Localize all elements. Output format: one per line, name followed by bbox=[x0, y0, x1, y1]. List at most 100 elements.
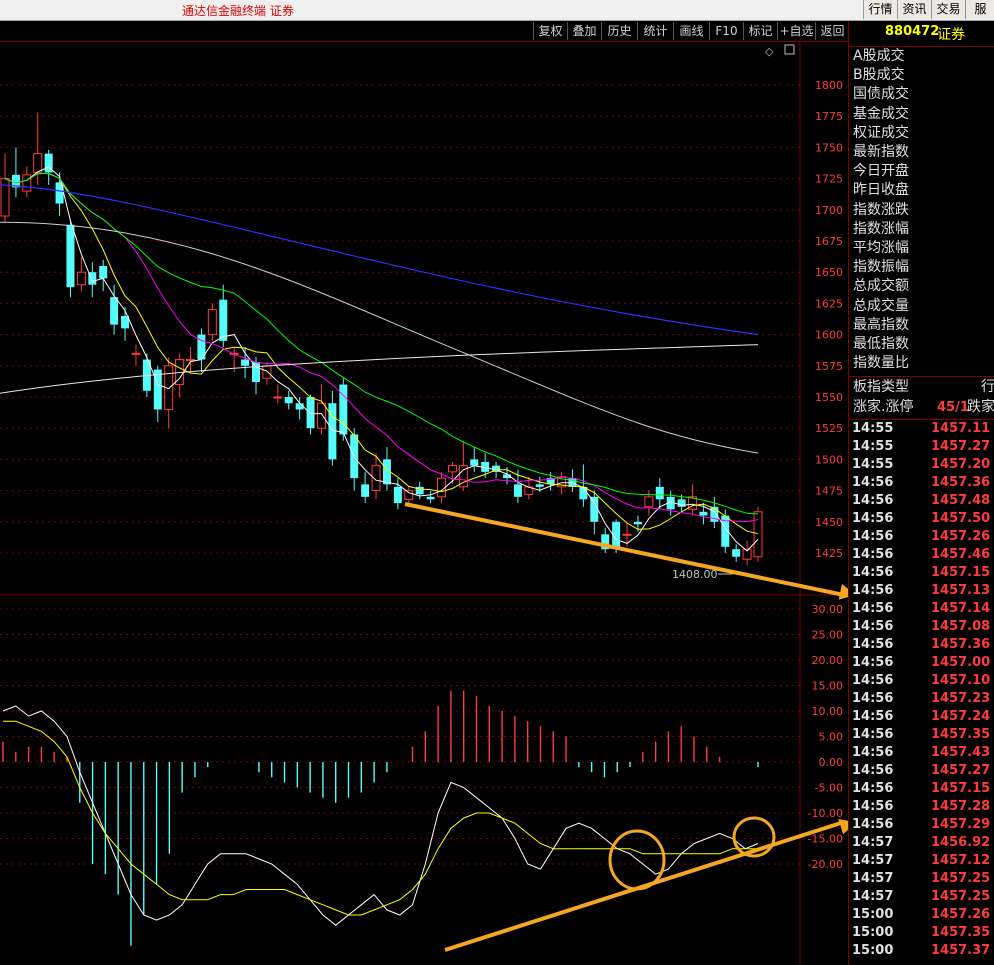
tick-row: 14:55 1457.27 bbox=[849, 438, 994, 456]
candle-body bbox=[262, 365, 272, 379]
stat-label: 基金成交 bbox=[853, 105, 909, 122]
up-down-label: 涨家.涨停 bbox=[853, 399, 914, 415]
y-tick-label: -5.00 bbox=[815, 782, 843, 795]
tab-news[interactable]: 资讯 bbox=[897, 0, 932, 19]
tick-row: 14:57 1456.92 bbox=[849, 834, 994, 852]
tick-price: 1457.37 bbox=[931, 943, 991, 958]
candle bbox=[601, 528, 610, 553]
candle-body bbox=[699, 511, 708, 516]
candle bbox=[426, 490, 435, 504]
candle-body bbox=[207, 309, 217, 336]
ma20-line bbox=[4, 172, 759, 523]
y-tick-label: 1525 bbox=[815, 422, 843, 435]
tick-time: 14:55 bbox=[852, 421, 894, 436]
tick-price: 1457.23 bbox=[931, 691, 991, 706]
y-tick-label: 0.00 bbox=[819, 756, 844, 769]
tick-row: 14:56 1457.00 bbox=[849, 654, 994, 672]
tick-time: 14:56 bbox=[852, 799, 894, 814]
candle-body bbox=[426, 496, 435, 500]
kline-chart[interactable]: 1800 1775 1750 1725 1700 1675 1650 1625 1600 1575… bbox=[0, 42, 848, 965]
tick-price: 1457.11 bbox=[931, 421, 991, 436]
tick-price: 1457.10 bbox=[931, 673, 991, 688]
tick-time: 14:56 bbox=[852, 745, 894, 760]
tick-time: 14:56 bbox=[852, 601, 894, 616]
candle bbox=[295, 397, 304, 420]
down-label: 跌家 bbox=[967, 399, 994, 415]
tick-price: 1457.36 bbox=[931, 637, 991, 652]
candle bbox=[131, 344, 141, 366]
candle bbox=[590, 490, 599, 535]
candle bbox=[0, 153, 10, 223]
tick-row: 14:56 1457.36 bbox=[849, 636, 994, 654]
candle-body bbox=[0, 178, 10, 217]
candle-body bbox=[55, 182, 64, 204]
y-tick-label: 1450 bbox=[815, 516, 843, 529]
candle-body bbox=[241, 359, 250, 366]
stat-label: 指数涨跌 bbox=[853, 201, 909, 218]
tick-time: 14:56 bbox=[852, 691, 894, 706]
history-button[interactable]: 历史 bbox=[601, 22, 637, 40]
tick-time: 14:57 bbox=[852, 889, 894, 904]
tick-time: 14:56 bbox=[852, 475, 894, 490]
candle bbox=[284, 390, 293, 410]
y-tick-label: 1500 bbox=[815, 453, 843, 466]
tick-row: 14:56 1457.28 bbox=[849, 798, 994, 816]
stat-label: 最高指数 bbox=[853, 316, 909, 333]
candle bbox=[339, 378, 348, 441]
y-tick-label: -10.00 bbox=[808, 807, 843, 820]
tab-trade[interactable]: 交易 bbox=[931, 0, 966, 19]
y-tick-label: 1750 bbox=[815, 141, 843, 154]
candle bbox=[207, 303, 217, 341]
tab-quotes[interactable]: 行情 bbox=[863, 0, 898, 19]
candle-body bbox=[153, 369, 162, 410]
statistics-button[interactable]: 统计 bbox=[637, 22, 673, 40]
candle bbox=[22, 166, 32, 198]
candle-body bbox=[655, 486, 664, 500]
tick-price: 1457.43 bbox=[931, 745, 991, 760]
tab-service[interactable]: 服 bbox=[965, 0, 994, 19]
tick-time: 15:00 bbox=[852, 907, 894, 922]
candle-body bbox=[361, 484, 370, 497]
candle bbox=[273, 384, 283, 404]
tick-price: 1457.13 bbox=[931, 583, 991, 598]
app-title: 通达信金融终端 证券 bbox=[182, 4, 294, 18]
tick-price: 1457.36 bbox=[931, 475, 991, 490]
tick-row: 14:56 1457.15 bbox=[849, 780, 994, 798]
tick-row: 14:55 1457.20 bbox=[849, 456, 994, 474]
f10-button[interactable]: F10 bbox=[709, 22, 743, 40]
candle-body bbox=[186, 359, 196, 362]
tick-price: 1457.20 bbox=[931, 457, 991, 472]
stat-label: 总成交额 bbox=[853, 278, 909, 295]
candle bbox=[382, 446, 391, 491]
tick-time: 14:56 bbox=[852, 547, 894, 562]
restore-rights-button[interactable]: 复权 bbox=[533, 22, 567, 40]
tick-price: 1456.92 bbox=[931, 835, 991, 850]
back-button[interactable]: 返回 bbox=[815, 22, 849, 40]
mark-button[interactable]: 标记 bbox=[743, 22, 777, 40]
stat-label: 平均涨幅 bbox=[853, 240, 909, 256]
tick-price: 1457.25 bbox=[931, 871, 991, 886]
tick-row: 14:56 1457.26 bbox=[849, 528, 994, 546]
tick-time: 14:56 bbox=[852, 763, 894, 778]
tick-row: 14:56 1457.29 bbox=[849, 816, 994, 834]
tick-price: 1457.14 bbox=[931, 601, 991, 616]
tick-price: 1457.29 bbox=[931, 817, 991, 832]
quote-sidebar: 880472 证券 A股成交 B股成交 国债成交 基金成交 权证成交 最新指数 今日开盘 昨日… bbox=[848, 21, 994, 965]
downtrend-arrow bbox=[404, 502, 848, 600]
candle-body bbox=[273, 396, 283, 399]
tick-price: 1457.26 bbox=[931, 907, 991, 922]
price-pane: 1800 1775 1750 1725 1700 1675 1650 1625 1600 1575… bbox=[0, 42, 848, 965]
tick-row: 14:56 1457.50 bbox=[849, 510, 994, 528]
tick-price: 1457.08 bbox=[931, 619, 991, 634]
ma60-line bbox=[0, 221, 759, 454]
draw-line-button[interactable]: 画线 bbox=[673, 22, 709, 40]
candle bbox=[121, 307, 130, 341]
tick-time: 14:56 bbox=[852, 655, 894, 670]
y-tick-label: 1800 bbox=[815, 79, 843, 92]
tick-row: 15:00 1457.26 bbox=[849, 906, 994, 924]
tick-row: 14:56 1457.46 bbox=[849, 546, 994, 564]
add-favorite-button[interactable]: +自选 bbox=[777, 22, 815, 40]
overlay-button[interactable]: 叠加 bbox=[567, 22, 601, 40]
candle-body bbox=[99, 265, 108, 279]
candle-body bbox=[513, 484, 522, 497]
